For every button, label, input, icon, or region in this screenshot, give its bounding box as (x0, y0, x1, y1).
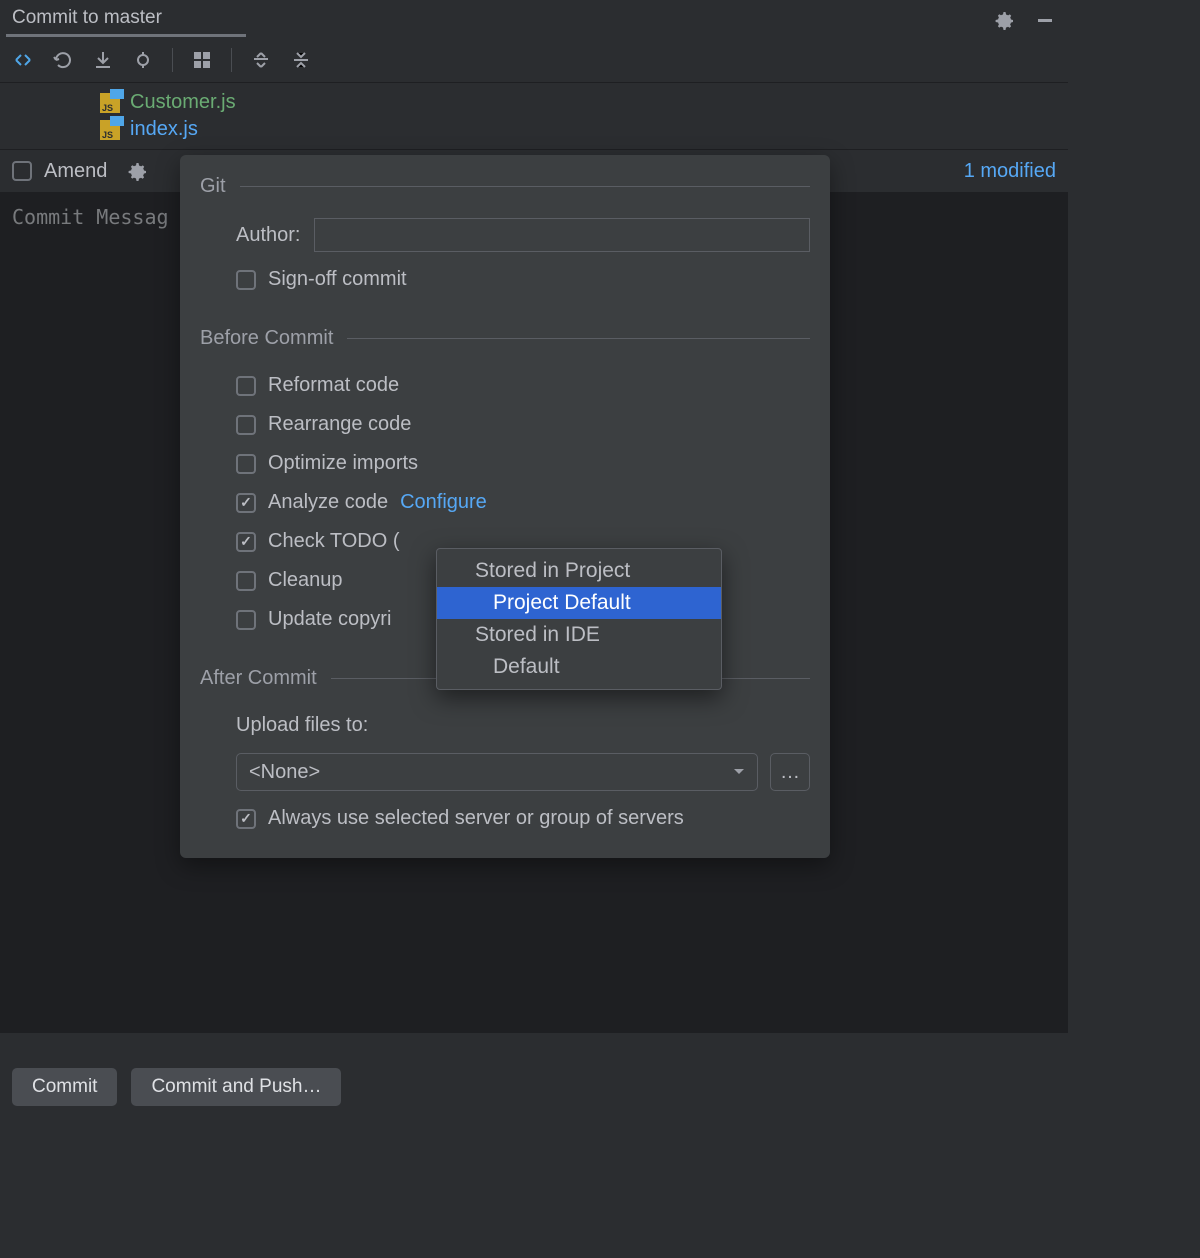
dropdown-item-stored-ide[interactable]: Stored in IDE (437, 619, 721, 651)
file-name: index.js (130, 118, 198, 141)
toolbar-separator (231, 48, 232, 72)
file-item[interactable]: JS index.js (100, 116, 1068, 143)
todo-label: Check TODO ( (268, 530, 400, 553)
file-name: Customer.js (130, 91, 236, 114)
rearrange-label: Rearrange code (268, 413, 411, 436)
group-icon[interactable] (191, 49, 213, 71)
toolbar (0, 37, 1068, 83)
dropdown-item-stored-project[interactable]: Stored in Project (437, 555, 721, 587)
chevron-down-icon (733, 768, 745, 776)
cleanup-label: Cleanup (268, 569, 343, 592)
author-input[interactable] (314, 218, 810, 252)
tab-title[interactable]: Commit to master (12, 7, 162, 33)
analyze-checkbox[interactable] (236, 493, 256, 513)
minimize-icon[interactable] (1034, 9, 1056, 31)
profile-dropdown: Stored in Project Project Default Stored… (436, 548, 722, 690)
signoff-label: Sign-off commit (268, 268, 407, 291)
always-use-checkbox[interactable] (236, 809, 256, 829)
signoff-checkbox[interactable] (236, 270, 256, 290)
modified-count[interactable]: 1 modified (964, 160, 1056, 183)
dropdown-item-project-default[interactable]: Project Default (437, 587, 721, 619)
upload-label: Upload files to: (236, 714, 368, 737)
copyright-label: Update copyri (268, 608, 391, 631)
toolbar-separator (172, 48, 173, 72)
commit-options-popover: Git Author: Sign-off commit Before Commi… (180, 155, 830, 858)
expand-icon[interactable] (250, 49, 272, 71)
commit-button[interactable]: Commit (12, 1068, 117, 1106)
reformat-label: Reformat code (268, 374, 399, 397)
amend-label: Amend (44, 160, 107, 183)
configure-link[interactable]: Configure (400, 491, 487, 514)
section-before: Before Commit (200, 327, 333, 350)
commit-push-button[interactable]: Commit and Push… (131, 1068, 341, 1106)
amend-checkbox[interactable] (12, 161, 32, 181)
file-item[interactable]: JS Customer.js (100, 89, 1068, 116)
browse-button[interactable]: … (770, 753, 810, 791)
js-file-icon: JS (100, 120, 120, 140)
reformat-checkbox[interactable] (236, 376, 256, 396)
optimize-label: Optimize imports (268, 452, 418, 475)
always-use-label: Always use selected server or group of s… (268, 807, 684, 830)
analyze-label: Analyze code (268, 491, 388, 514)
refresh-icon[interactable] (52, 49, 74, 71)
cleanup-checkbox[interactable] (236, 571, 256, 591)
js-file-icon: JS (100, 93, 120, 113)
upload-value: <None> (249, 761, 320, 784)
gear-icon[interactable] (994, 9, 1016, 31)
collapse-icon[interactable] (290, 49, 312, 71)
section-after: After Commit (200, 667, 317, 690)
upload-select[interactable]: <None> (236, 753, 758, 791)
copyright-checkbox[interactable] (236, 610, 256, 630)
refresh-diff-icon[interactable] (12, 49, 34, 71)
rollback-icon[interactable] (92, 49, 114, 71)
section-git: Git (200, 175, 226, 198)
rearrange-checkbox[interactable] (236, 415, 256, 435)
gear-icon[interactable] (127, 160, 149, 182)
dropdown-item-default[interactable]: Default (437, 651, 721, 683)
todo-checkbox[interactable] (236, 532, 256, 552)
file-list: JS Customer.js JS index.js (0, 83, 1068, 149)
optimize-checkbox[interactable] (236, 454, 256, 474)
show-diff-icon[interactable] (132, 49, 154, 71)
author-label: Author: (236, 224, 300, 247)
